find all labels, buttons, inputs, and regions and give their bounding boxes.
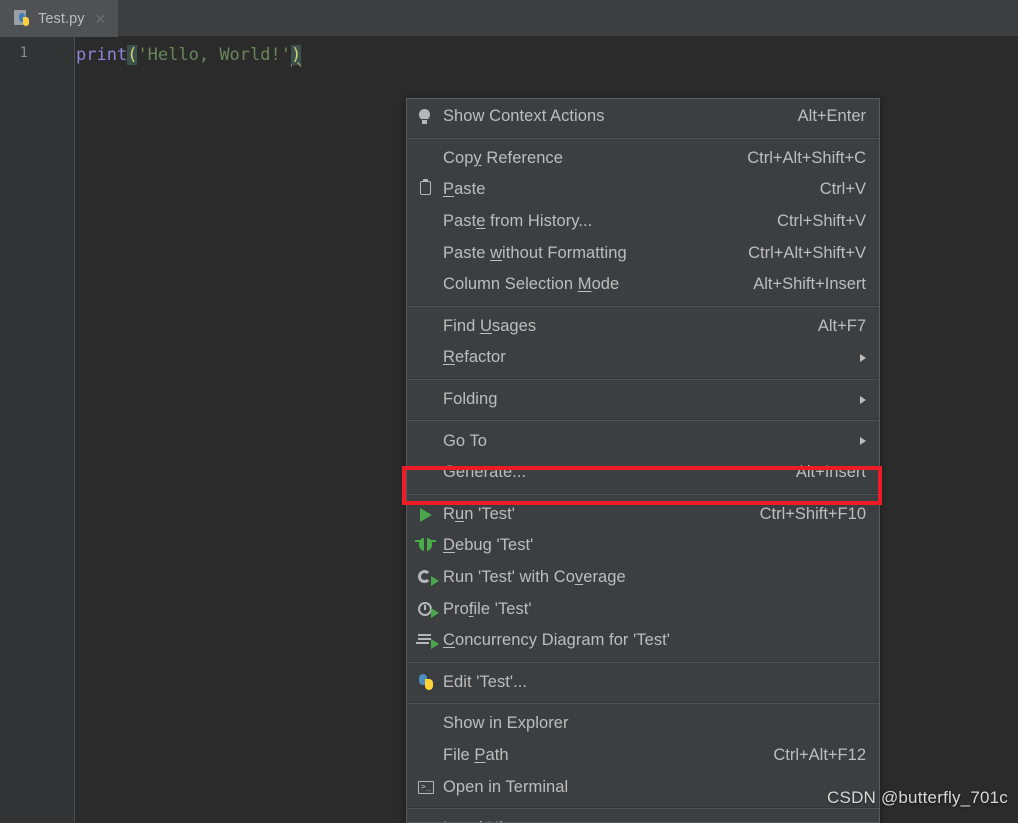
code-token-function: print — [76, 45, 128, 65]
editor-tab-label: Test.py — [38, 10, 85, 27]
menu-item-shortcut: Ctrl+Shift+V — [777, 212, 866, 231]
concurrency-icon — [413, 625, 443, 656]
menu-item-shortcut: Alt+Shift+Insert — [753, 275, 866, 294]
editor-tab-bar: Test.py ✕ — [0, 0, 1018, 37]
menu-item-debug-test[interactable]: Debug 'Test' — [407, 530, 879, 562]
menu-item-label: Run 'Test' — [443, 504, 515, 523]
python-icon — [413, 667, 443, 698]
menu-item-open-in-terminal[interactable]: >_ Open in Terminal — [407, 771, 879, 803]
code-line-1: print('Hello, World!') — [76, 43, 302, 67]
menu-item-icon-slot — [413, 426, 443, 457]
menu-separator — [407, 304, 879, 307]
menu-item-label: Paste from History... — [443, 212, 593, 231]
menu-item-profile-test[interactable]: Profile 'Test' — [407, 593, 879, 625]
menu-item-icon-slot — [413, 206, 443, 237]
menu-separator — [407, 660, 879, 663]
menu-item-label: Concurrency Diagram for 'Test' — [443, 631, 670, 650]
menu-item-label: Show in Explorer — [443, 714, 569, 733]
pycharm-ide-window: Test.py ✕ 1 print('Hello, World!') Show … — [0, 0, 1018, 823]
menu-item-shortcut: Ctrl+Alt+Shift+V — [748, 243, 866, 262]
menu-item-label: Run 'Test' with Coverage — [443, 568, 626, 587]
menu-item-label: Folding — [443, 390, 498, 409]
profile-icon — [413, 594, 443, 625]
editor-tab-test-py[interactable]: Test.py ✕ — [4, 0, 119, 37]
code-token-open-paren: ( — [127, 45, 138, 65]
menu-item-shortcut: Alt+Insert — [795, 463, 866, 482]
menu-item-label: Copy Reference — [443, 148, 563, 167]
code-token-close-paren: ) — [290, 45, 302, 65]
menu-separator — [407, 492, 879, 495]
python-file-icon — [14, 10, 31, 27]
terminal-icon: >_ — [413, 772, 443, 803]
submenu-arrow-icon — [860, 437, 866, 446]
menu-item-generate[interactable]: Generate... Alt+Insert — [407, 457, 879, 489]
menu-item-icon-slot — [413, 457, 443, 488]
menu-item-shortcut: Alt+F7 — [817, 316, 866, 335]
submenu-arrow-icon — [860, 353, 866, 362]
menu-separator — [407, 806, 879, 809]
menu-item-label: Generate... — [443, 463, 527, 482]
menu-item-icon-slot — [413, 740, 443, 771]
menu-item-run-test[interactable]: Run 'Test' Ctrl+Shift+F10 — [407, 499, 879, 531]
close-icon[interactable]: ✕ — [95, 12, 107, 26]
menu-item-icon-slot — [413, 238, 443, 269]
menu-item-shortcut: Alt+Enter — [797, 107, 866, 126]
menu-item-column-selection-mode[interactable]: Column Selection Mode Alt+Shift+Insert — [407, 269, 879, 301]
editor-context-menu[interactable]: Show Context Actions Alt+Enter Copy Refere… — [406, 98, 880, 823]
menu-item-icon-slot — [413, 708, 443, 739]
menu-item-icon-slot — [413, 813, 443, 822]
menu-item-show-in-explorer[interactable]: Show in Explorer — [407, 708, 879, 740]
menu-separator — [407, 702, 879, 705]
menu-item-label: Local History — [443, 819, 840, 822]
menu-item-icon-slot — [413, 311, 443, 342]
menu-item-label: Debug 'Test' — [443, 536, 534, 555]
menu-item-label: Profile 'Test' — [443, 599, 532, 618]
menu-item-label: Column Selection Mode — [443, 275, 620, 294]
watermark-text: CSDN @butterfly_701c — [827, 788, 1008, 807]
menu-item-shortcut: Ctrl+V — [819, 180, 866, 199]
code-token-string: 'Hello, World!' — [137, 45, 291, 65]
menu-item-label: Show Context Actions — [443, 107, 605, 126]
coverage-icon — [413, 562, 443, 593]
menu-separator — [407, 377, 879, 380]
menu-item-label: File Path — [443, 745, 509, 764]
debug-bug-icon — [413, 530, 443, 561]
menu-separator — [407, 419, 879, 422]
menu-separator — [407, 136, 879, 139]
menu-item-find-usages[interactable]: Find Usages Alt+F7 — [407, 311, 879, 343]
menu-item-shortcut: Ctrl+Alt+F12 — [773, 745, 866, 764]
menu-item-label: Paste — [443, 180, 486, 199]
menu-item-paste[interactable]: Paste Ctrl+V — [407, 174, 879, 206]
menu-item-shortcut: Ctrl+Shift+F10 — [759, 504, 866, 523]
run-play-icon — [413, 499, 443, 530]
menu-item-label: Edit 'Test'... — [443, 672, 528, 691]
menu-item-shortcut: Ctrl+Alt+Shift+C — [747, 148, 866, 167]
editor-gutter[interactable]: 1 — [0, 37, 75, 823]
menu-item-folding[interactable]: Folding — [407, 384, 879, 416]
clipboard-icon — [413, 174, 443, 205]
menu-item-label: Go To — [443, 431, 487, 450]
menu-item-label: Paste without Formatting — [443, 243, 627, 262]
line-number: 1 — [19, 45, 28, 61]
menu-item-edit-test[interactable]: Edit 'Test'... — [407, 667, 879, 699]
menu-item-icon-slot — [413, 342, 443, 373]
submenu-arrow-icon — [860, 395, 866, 404]
menu-item-icon-slot — [413, 269, 443, 300]
menu-item-file-path[interactable]: File Path Ctrl+Alt+F12 — [407, 740, 879, 772]
menu-item-paste-without-formatting[interactable]: Paste without Formatting Ctrl+Alt+Shift+V — [407, 237, 879, 269]
menu-item-paste-from-history[interactable]: Paste from History... Ctrl+Shift+V — [407, 206, 879, 238]
menu-item-icon-slot — [413, 143, 443, 174]
menu-item-run-test-with-coverage[interactable]: Run 'Test' with Coverage — [407, 562, 879, 594]
lightbulb-icon — [413, 101, 443, 132]
menu-item-label: Refactor — [443, 348, 506, 367]
menu-item-go-to[interactable]: Go To — [407, 425, 879, 457]
menu-item-label: Open in Terminal — [443, 777, 569, 796]
menu-item-refactor[interactable]: Refactor — [407, 342, 879, 374]
menu-item-local-history[interactable]: Local History — [407, 813, 879, 822]
menu-item-label: Find Usages — [443, 316, 537, 335]
menu-item-copy-reference[interactable]: Copy Reference Ctrl+Alt+Shift+C — [407, 143, 879, 175]
menu-item-concurrency-diagram-for-test[interactable]: Concurrency Diagram for 'Test' — [407, 625, 879, 657]
menu-item-show-context-actions[interactable]: Show Context Actions Alt+Enter — [407, 101, 879, 133]
menu-item-icon-slot — [413, 384, 443, 415]
